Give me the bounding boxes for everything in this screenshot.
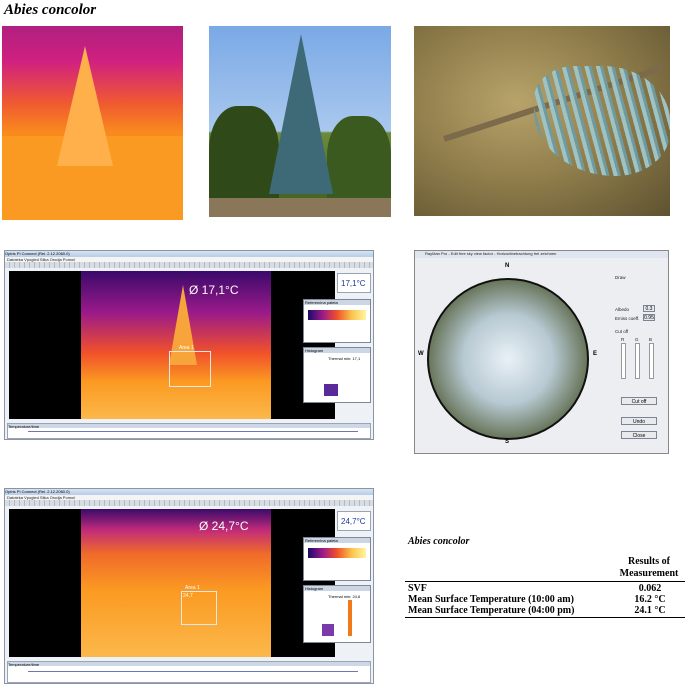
compass-w: W: [418, 351, 424, 357]
window-titlebar: RayMan Pro - Edit free sky view factor -…: [415, 251, 668, 258]
row-value: 16.2 °C: [634, 594, 666, 605]
figure-title: Abies concolor: [4, 2, 97, 18]
time-graph: Temperature/time: [7, 423, 371, 439]
palette-panel: Referenčna paleta: [303, 299, 371, 343]
area-label: Area 1: [185, 585, 200, 591]
histogram-caption: Thermal min: 24,6: [328, 594, 361, 599]
toolbar[interactable]: [5, 262, 373, 268]
thermal-viewer: Ø 17,1°C Area 1: [9, 271, 335, 419]
row-value: 0.062: [638, 583, 662, 594]
tree-photo: [209, 26, 391, 217]
draw-label: Draw: [615, 275, 626, 280]
thermal-viewer: Ø 24,7°C Area 1 24,7: [9, 509, 335, 657]
albedo-label: Albedo: [615, 307, 630, 312]
palette-panel-title: Referenčna paleta: [304, 300, 370, 305]
temperature-readout: Ø 24,7°C: [199, 519, 249, 533]
spruce-tree: [269, 34, 333, 194]
side-value-box: 24,7°C: [337, 511, 371, 531]
undo-button[interactable]: Undo: [621, 417, 657, 425]
side-value: 24,7°C: [341, 517, 366, 526]
optris-window-2: Optris PI Connect (Rel. 2.12.2060.0) Dat…: [4, 488, 374, 684]
cutoff-button[interactable]: Cut off: [621, 397, 657, 405]
histogram-panel-title: Histogram: [304, 586, 370, 591]
rgb-b-label: B: [649, 337, 653, 342]
slider-r[interactable]: [621, 343, 626, 379]
palette-bar: [308, 548, 366, 558]
histogram-hump: [322, 624, 334, 636]
emiss-input[interactable]: 0.95: [643, 314, 655, 321]
time-graph: Temperature/time: [7, 661, 371, 683]
rgb-g-label: G: [635, 337, 639, 342]
compass-e: E: [593, 351, 598, 357]
results-header-line2: Measurement: [619, 568, 679, 579]
control-panel: Draw Albedo 0.3 Emiss coeff. 0.95 Cut of…: [613, 265, 665, 450]
compass-s: S: [505, 439, 510, 445]
close-button[interactable]: Close: [621, 431, 657, 439]
area-value: 24,7: [183, 593, 193, 599]
toolbar[interactable]: [5, 500, 373, 506]
area-label: Area 1: [179, 345, 194, 351]
palette-panel-title: Referenčna paleta: [304, 538, 370, 543]
palette-panel: Referenčna paleta: [303, 537, 371, 581]
table-rule-bottom: [405, 617, 685, 618]
slider-b[interactable]: [649, 343, 654, 379]
cutoff-label: Cut off: [615, 329, 629, 334]
table-row: Mean Surface Temperature (04:00 pm) 24.1…: [405, 605, 685, 616]
histogram-caption: Thermal min: 17,1: [328, 356, 361, 361]
results-title: Abies concolor: [408, 536, 470, 547]
results-header-line1: Results of: [628, 556, 670, 567]
graph-line: [28, 431, 358, 432]
row-label: Mean Surface Temperature (04:00 pm): [408, 605, 575, 616]
graph-line: [28, 671, 358, 672]
side-value: 17,1°C: [341, 279, 366, 288]
table-row: Mean Surface Temperature (10:00 am) 16.2…: [405, 594, 685, 605]
ground: [209, 198, 391, 217]
histogram-panel-title: Histogram: [304, 348, 370, 353]
optris-window-1: Optris PI Connect (Rel. 2.12.2060.0) Dat…: [4, 250, 374, 440]
table-rule-top: [405, 581, 685, 582]
graph-title: Temperature/time: [8, 662, 370, 667]
side-value-box: 17,1°C: [337, 273, 371, 293]
measurement-area[interactable]: [169, 351, 211, 387]
results-header: Results of Measurement: [613, 556, 685, 580]
histogram-peak: [348, 600, 352, 636]
thermal-tree-shape: [57, 46, 113, 166]
thermal-image-tree: [2, 26, 183, 220]
histogram-panel: Histogram Thermal min: 17,1: [303, 347, 371, 403]
temperature-readout: Ø 17,1°C: [189, 283, 239, 297]
needles: [534, 66, 670, 176]
graph-title: Temperature/time: [8, 424, 370, 429]
row-value: 24.1 °C: [634, 605, 666, 616]
rayman-window: RayMan Pro - Edit free sky view factor -…: [414, 250, 669, 454]
histogram-panel: Histogram Thermal min: 24,6: [303, 585, 371, 643]
needle-closeup-photo: [414, 26, 670, 216]
thermal-frame: [81, 271, 271, 419]
emiss-label: Emiss coeff.: [615, 316, 640, 321]
slider-g[interactable]: [635, 343, 640, 379]
row-label: SVF: [408, 583, 427, 594]
table-row: SVF 0.062: [405, 583, 685, 594]
compass-n: N: [505, 263, 510, 269]
row-label: Mean Surface Temperature (10:00 am): [408, 594, 574, 605]
albedo-input[interactable]: 0.3: [643, 305, 655, 312]
palette-bar: [308, 310, 366, 320]
rgb-r-label: R: [621, 337, 625, 342]
fisheye-sky-image[interactable]: [427, 278, 589, 440]
histogram-hump: [324, 384, 338, 396]
